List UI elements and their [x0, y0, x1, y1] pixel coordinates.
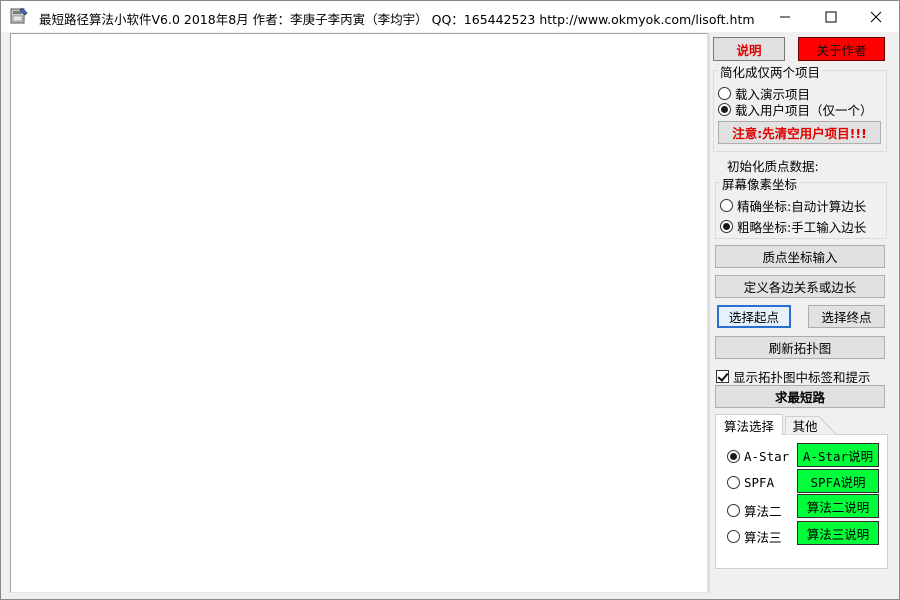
- radio-rough-coord-indicator[interactable]: [720, 220, 733, 233]
- app-window: 最短路径算法小软件V6.0 2018年8月 作者：李庚子李丙寅（李均宇） QQ：…: [0, 0, 900, 600]
- tab-algorithm-select[interactable]: 算法选择: [715, 414, 783, 435]
- radio-algo-three[interactable]: 算法三: [727, 527, 782, 546]
- define-edges-label: 定义各边关系或边长: [743, 280, 857, 295]
- topology-canvas[interactable]: [10, 33, 708, 593]
- maximize-button[interactable]: [808, 1, 854, 32]
- title-bar: 最短路径算法小软件V6.0 2018年8月 作者：李庚子李丙寅（李均宇） QQ：…: [1, 1, 899, 32]
- tab-other-label: 其他: [792, 419, 818, 434]
- solve-shortest-path-button[interactable]: 求最短路: [715, 385, 885, 408]
- show-labels-checkbox[interactable]: 显示拓扑图中标签和提示: [716, 367, 871, 386]
- algo-two-help-button[interactable]: 算法二说明: [797, 494, 879, 518]
- radio-algo-spfa-indicator[interactable]: [727, 476, 740, 489]
- radio-load-user-label: 载入用户项目（仅一个）: [735, 103, 873, 118]
- radio-precise-coord-indicator[interactable]: [720, 199, 733, 212]
- radio-load-demo-indicator[interactable]: [718, 87, 731, 100]
- radio-rough-coord-label: 粗略坐标:手工输入边长: [737, 220, 867, 235]
- show-labels-checkbox-label: 显示拓扑图中标签和提示: [733, 370, 871, 385]
- define-edges-button[interactable]: 定义各边关系或边长: [715, 275, 885, 298]
- about-author-button[interactable]: 关于作者: [798, 37, 885, 61]
- astar-help-button[interactable]: A-Star说明: [797, 443, 879, 467]
- minimize-button[interactable]: [762, 1, 808, 32]
- radio-rough-coord[interactable]: 粗略坐标:手工输入边长: [720, 217, 866, 236]
- maximize-icon: [825, 11, 837, 22]
- refresh-topology-button[interactable]: 刷新拓扑图: [715, 336, 885, 359]
- simplify-group-title: 简化成仅两个项目: [718, 62, 823, 81]
- minimize-icon: [780, 16, 790, 17]
- radio-algo-astar-indicator[interactable]: [727, 450, 740, 463]
- radio-algo-three-label: 算法三: [744, 530, 782, 545]
- coord-input-label: 质点坐标输入: [762, 250, 838, 265]
- radio-algo-spfa-label: SPFA: [744, 475, 775, 490]
- algo-three-help-label: 算法三说明: [806, 526, 870, 542]
- select-end-label: 选择终点: [821, 310, 872, 325]
- close-icon: [870, 11, 882, 22]
- radio-algo-two[interactable]: 算法二: [727, 501, 782, 520]
- algo-three-help-button[interactable]: 算法三说明: [797, 521, 879, 545]
- close-button[interactable]: [853, 1, 899, 32]
- solve-shortest-path-label: 求最短路: [774, 390, 825, 405]
- radio-load-user-indicator[interactable]: [718, 103, 731, 116]
- window-title: 最短路径算法小软件V6.0 2018年8月 作者：李庚子李丙寅（李均宇） QQ：…: [39, 12, 755, 27]
- radio-precise-coord[interactable]: 精确坐标:自动计算边长: [720, 196, 866, 215]
- radio-precise-coord-label: 精确坐标:自动计算边长: [737, 199, 867, 214]
- show-labels-checkbox-box[interactable]: [716, 370, 729, 383]
- radio-algo-two-label: 算法二: [744, 504, 782, 519]
- algo-two-help-label: 算法二说明: [806, 499, 870, 515]
- about-author-label: 关于作者: [816, 42, 867, 58]
- coord-input-button[interactable]: 质点坐标输入: [715, 245, 885, 268]
- radio-algo-spfa[interactable]: SPFA: [727, 475, 774, 490]
- app-icon: [9, 7, 29, 25]
- tab-other[interactable]: 其他: [785, 416, 837, 435]
- radio-algo-astar[interactable]: A-Star: [727, 449, 789, 464]
- refresh-topology-label: 刷新拓扑图: [768, 341, 832, 356]
- clear-user-project-button[interactable]: 注意:先清空用户项目!!!: [718, 121, 881, 144]
- help-button[interactable]: 说明: [713, 37, 785, 61]
- radio-algo-two-indicator[interactable]: [727, 504, 740, 517]
- select-end-button[interactable]: 选择终点: [808, 305, 885, 328]
- astar-help-label: A-Star说明: [802, 448, 874, 464]
- init-data-label: 初始化质点数据:: [727, 159, 819, 174]
- spfa-help-button[interactable]: SPFA说明: [797, 469, 879, 493]
- radio-load-user[interactable]: 载入用户项目（仅一个）: [718, 100, 873, 119]
- clear-user-project-label: 注意:先清空用户项目!!!: [732, 126, 867, 141]
- radio-algo-three-indicator[interactable]: [727, 530, 740, 543]
- select-start-button[interactable]: 选择起点: [717, 305, 791, 328]
- select-start-label: 选择起点: [728, 310, 779, 325]
- spfa-help-label: SPFA说明: [810, 474, 866, 490]
- radio-algo-astar-label: A-Star: [744, 449, 790, 464]
- panel-divider: [708, 33, 710, 593]
- tab-algorithm-select-label: 算法选择: [723, 418, 774, 434]
- help-button-label: 说明: [736, 42, 762, 58]
- coord-group-title: 屏幕像素坐标: [720, 174, 800, 193]
